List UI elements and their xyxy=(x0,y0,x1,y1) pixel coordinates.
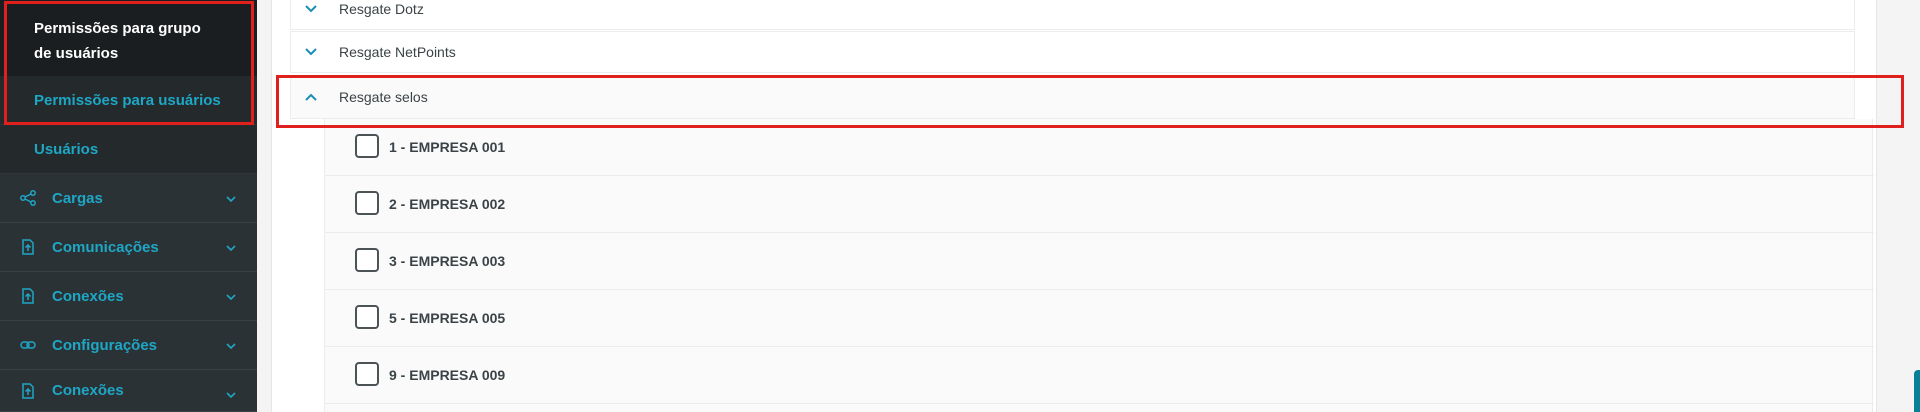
accordion-label: Resgate selos xyxy=(339,89,428,105)
sidebar-group-label: Conexões xyxy=(52,382,124,399)
sidebar-group-label: Comunicações xyxy=(52,238,159,256)
sidebar-item-usuarios[interactable]: Usuários xyxy=(0,125,257,174)
sidebar-group-comunicacoes[interactable]: Comunicações xyxy=(0,223,257,272)
checkbox[interactable] xyxy=(355,362,379,386)
chevron-down-icon xyxy=(225,388,237,400)
accordion-resgate-netpoints[interactable]: Resgate NetPoints xyxy=(290,31,1855,73)
sidebar-group-configuracoes[interactable]: Configurações xyxy=(0,321,257,370)
accordion-label: Resgate Dotz xyxy=(339,1,424,17)
file-upload-icon xyxy=(20,382,36,399)
chevron-down-icon xyxy=(225,339,237,351)
accordion-label: Resgate NetPoints xyxy=(339,44,456,60)
option-label: 5 - EMPRESA 005 xyxy=(389,310,506,326)
scrollbar-thumb[interactable] xyxy=(1914,370,1920,412)
chevron-down-icon xyxy=(225,290,237,302)
option-label: 1 - EMPRESA 001 xyxy=(389,139,506,155)
main-content: Resgate Dotz Resgate NetPoints Resgate s… xyxy=(271,0,1877,412)
option-row[interactable]: 9 - EMPRESA 009 xyxy=(325,347,1874,404)
option-row[interactable]: 1 - EMPRESA 001 xyxy=(325,119,1874,176)
option-row[interactable]: 2 - EMPRESA 002 xyxy=(325,176,1874,233)
sidebar-group-cargas[interactable]: Cargas xyxy=(0,174,257,223)
sidebar-group-label: Configurações xyxy=(52,336,158,354)
sidebar-item-permissoes-usuarios[interactable]: Permissões para usuários xyxy=(0,76,257,125)
share-icon xyxy=(20,190,36,206)
option-label: 2 - EMPRESA 002 xyxy=(389,196,506,212)
option-label: 9 - EMPRESA 009 xyxy=(389,367,506,383)
chevron-down-icon xyxy=(225,192,237,204)
option-row[interactable]: 3 - EMPRESA 003 xyxy=(325,233,1874,290)
chevron-down-icon xyxy=(303,44,319,60)
sidebar-group-conexoes-2[interactable]: Conexões xyxy=(0,370,257,412)
file-upload-icon xyxy=(20,288,36,304)
sidebar-group-conexoes[interactable]: Conexões xyxy=(0,272,257,321)
checkbox[interactable] xyxy=(355,191,379,215)
checkbox[interactable] xyxy=(355,305,379,329)
accordion-resgate-dotz[interactable]: Resgate Dotz xyxy=(290,0,1855,30)
resgate-selos-options: 1 - EMPRESA 001 2 - EMPRESA 002 3 - EMPR… xyxy=(324,119,1874,412)
sidebar-group-label: Cargas xyxy=(52,189,103,207)
sidebar-item-permissoes-grupo[interactable]: Permissões para grupo de usuários xyxy=(0,0,257,76)
checkbox[interactable] xyxy=(355,134,379,158)
chevron-down-icon xyxy=(225,241,237,253)
sidebar: Permissões para grupo de usuários Permis… xyxy=(0,0,257,412)
sidebar-group-label: Conexões xyxy=(52,287,124,305)
chevron-up-icon xyxy=(303,89,319,105)
checkbox[interactable] xyxy=(355,248,379,272)
file-upload-icon xyxy=(20,239,36,255)
accordion-resgate-selos[interactable]: Resgate selos xyxy=(290,75,1855,119)
option-label: 3 - EMPRESA 003 xyxy=(389,253,506,269)
chevron-down-icon xyxy=(303,1,319,17)
link-icon xyxy=(20,337,36,353)
option-row[interactable]: 5 - EMPRESA 005 xyxy=(325,290,1874,347)
